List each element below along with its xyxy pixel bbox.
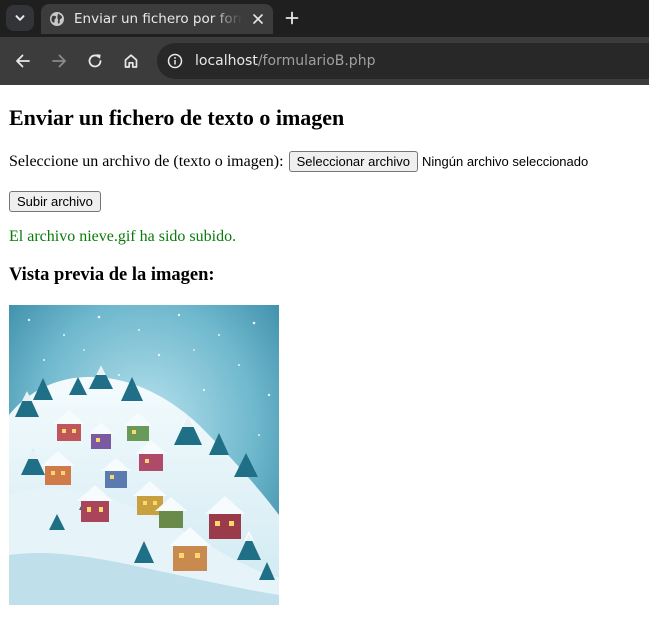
page-title: Enviar un fichero de texto o imagen (9, 105, 345, 130)
choose-file-button[interactable]: Seleccionar archivo (288, 151, 419, 172)
page-content: Enviar un fichero de texto o imagen Sele… (0, 85, 649, 617)
success-message: El archivo nieve.gif ha sido subido. (9, 228, 237, 245)
tab-title: Enviar un fichero por formulario (74, 11, 242, 27)
browser-toolbar: localhost/formularioB.php (0, 37, 649, 85)
url-path: /formularioB.php (257, 53, 376, 69)
tab-list-button[interactable] (6, 5, 34, 31)
url-host: localhost (195, 53, 258, 69)
address-bar[interactable]: localhost/formularioB.php (157, 43, 649, 79)
active-tab[interactable]: Enviar un fichero por formulario (41, 4, 273, 34)
tab-strip: Enviar un fichero por formulario (0, 0, 649, 37)
preview-heading: Vista previa de la imagen: (9, 265, 215, 285)
arrow-right-icon[interactable] (49, 51, 69, 71)
url-text: localhost/formularioB.php (195, 53, 375, 69)
plus-icon[interactable] (284, 10, 300, 26)
upload-button[interactable]: Subir archivo (9, 191, 101, 212)
chevron-down-icon (15, 15, 25, 21)
reload-icon[interactable] (85, 51, 105, 71)
globe-icon (50, 12, 64, 26)
preview-image (9, 305, 279, 605)
home-icon[interactable] (121, 51, 141, 71)
close-icon[interactable] (251, 12, 265, 26)
file-input-label: Seleccione un archivo de (texto o imagen… (9, 152, 284, 170)
arrow-left-icon[interactable] (13, 51, 33, 71)
file-status-text: Ningún archivo seleccionado (422, 154, 589, 169)
info-icon[interactable] (167, 53, 183, 69)
file-input-row: Seleccione un archivo de (texto o imagen… (9, 151, 588, 172)
